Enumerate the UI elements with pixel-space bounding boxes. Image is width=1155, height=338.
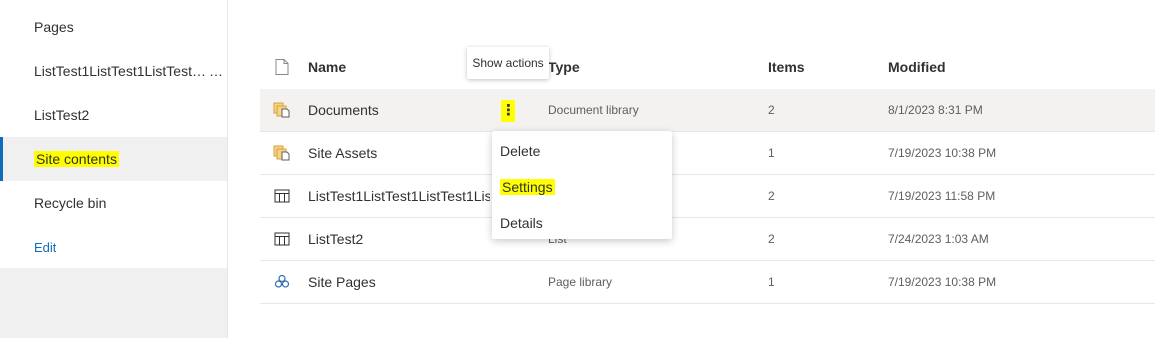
row-items: 1 xyxy=(768,275,775,289)
menu-item-settings[interactable]: Settings xyxy=(492,169,672,205)
nav-item-listtest1[interactable]: ListTest1ListTest1ListTest1ListTest1… xyxy=(0,49,227,93)
column-header-items[interactable]: Items xyxy=(768,45,868,89)
table-header-row: Name Type Items Modified xyxy=(260,45,1155,89)
row-name[interactable]: Site Assets xyxy=(308,132,490,174)
column-header-modified[interactable]: Modified xyxy=(888,45,1088,89)
row-type: Document library xyxy=(548,103,639,117)
menu-item-label: Details xyxy=(500,215,543,231)
row-modified: 8/1/2023 8:31 PM xyxy=(888,103,983,117)
column-header-type[interactable]: Type xyxy=(548,45,748,89)
row-modified: 7/19/2023 11:58 PM xyxy=(888,189,996,203)
table-row[interactable]: Site Assets 1 7/19/2023 10:38 PM xyxy=(260,132,1155,175)
menu-item-delete[interactable]: Delete xyxy=(492,133,672,169)
nav-item-label: ListTest2 xyxy=(34,107,90,123)
table-row[interactable]: ListTest1ListTest1ListTest1ListTest1 2 7… xyxy=(260,175,1155,218)
left-navigation: Pages ListTest1ListTest1ListTest1ListTes… xyxy=(0,0,228,338)
nav-item-site-contents[interactable]: Site contents xyxy=(0,137,227,181)
nav-item-label: Site contents xyxy=(34,151,119,167)
file-type-icon xyxy=(270,45,294,89)
nav-item-recycle-bin[interactable]: Recycle bin xyxy=(0,181,227,225)
nav-edit-label: Edit xyxy=(34,239,57,255)
column-header-name[interactable]: Name xyxy=(308,45,490,89)
row-items: 2 xyxy=(768,103,775,117)
nav-item-label: ListTest1ListTest1ListTest1ListTest1 xyxy=(34,63,209,79)
show-actions-button[interactable]: ⋮ xyxy=(492,95,524,127)
list-icon xyxy=(270,218,294,260)
row-items: 2 xyxy=(768,189,775,203)
row-name[interactable]: Documents xyxy=(308,89,490,131)
row-items: 1 xyxy=(768,146,775,160)
row-name[interactable]: Site Pages xyxy=(308,261,490,303)
menu-item-details[interactable]: Details xyxy=(492,205,672,241)
row-type: Page library xyxy=(548,275,613,289)
row-name[interactable]: ListTest2 xyxy=(308,218,490,260)
show-actions-tooltip: Show actions xyxy=(467,47,549,79)
row-modified: 7/19/2023 10:38 PM xyxy=(888,146,997,160)
page-library-icon xyxy=(270,261,294,303)
nav-item-listtest2[interactable]: ListTest2 xyxy=(0,93,227,137)
row-modified: 7/24/2023 1:03 AM xyxy=(888,232,989,246)
row-items: 2 xyxy=(768,232,775,246)
site-contents-page: Pages ListTest1ListTest1ListTest1ListTes… xyxy=(0,0,1155,338)
document-library-icon xyxy=(270,132,294,174)
nav-item-label: Recycle bin xyxy=(34,195,107,211)
document-library-icon xyxy=(270,89,294,131)
nav-item-label: Pages xyxy=(34,19,74,35)
row-name[interactable]: ListTest1ListTest1ListTest1ListTest1 xyxy=(308,175,490,217)
table-row[interactable]: Documents ⋮ Document library 2 8/1/2023 … xyxy=(260,89,1155,132)
context-menu: Delete Settings Details xyxy=(492,131,672,239)
more-vertical-icon: ⋮ xyxy=(501,100,516,122)
table-row[interactable]: ListTest2 List 2 7/24/2023 1:03 AM xyxy=(260,218,1155,261)
table-row[interactable]: Site Pages Page library 1 7/19/2023 10:3… xyxy=(260,261,1155,304)
nav-edit-link[interactable]: Edit xyxy=(0,225,227,269)
menu-item-label: Delete xyxy=(500,143,541,159)
list-icon xyxy=(270,175,294,217)
nav-item-pages[interactable]: Pages xyxy=(0,5,227,49)
menu-item-label: Settings xyxy=(500,179,555,195)
row-modified: 7/19/2023 10:38 PM xyxy=(888,275,997,289)
